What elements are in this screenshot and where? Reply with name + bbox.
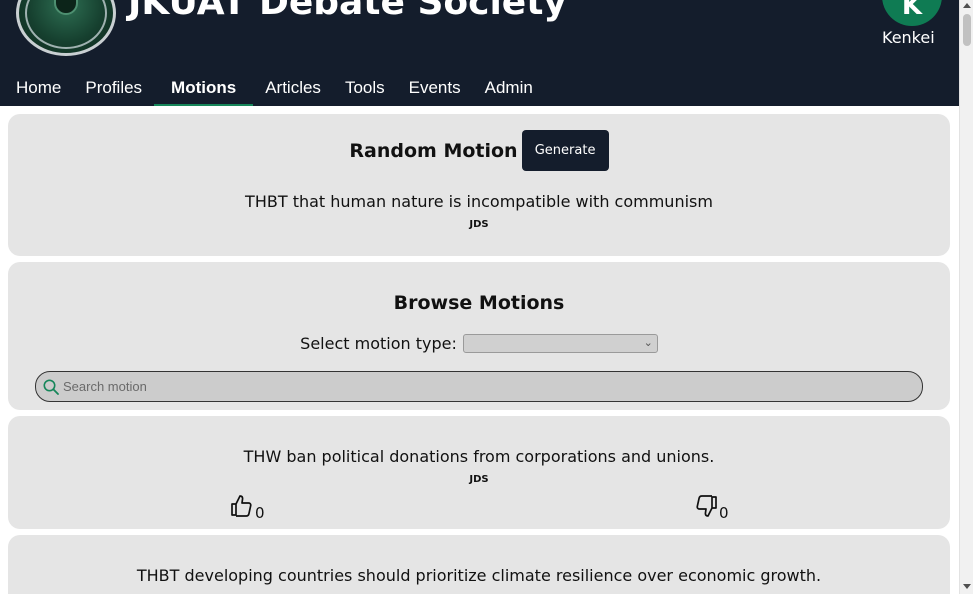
scroll-thumb[interactable] (963, 14, 971, 46)
site-header: J Y JKUAT Debate Society K Kenkei Home P… (0, 0, 959, 106)
motion-type-row: Select motion type: ⌄ (8, 334, 950, 353)
motion-card: THW ban political donations from corpora… (8, 416, 950, 529)
nav-motions[interactable]: Motions (154, 76, 254, 106)
user-avatar[interactable]: K (882, 0, 942, 26)
nav-profiles[interactable]: Profiles (73, 76, 154, 106)
search-bar[interactable] (35, 371, 923, 402)
user-initial: K (901, 0, 923, 21)
browse-motions-title: Browse Motions (393, 292, 565, 314)
dislike-count: 0 (719, 504, 729, 522)
thumbs-up-icon (231, 495, 252, 517)
random-motion-card: Random Motion Generate THBT that human n… (8, 114, 950, 256)
nav-tools[interactable]: Tools (333, 76, 397, 106)
scroll-up-arrow-icon[interactable] (963, 3, 971, 8)
nav-home[interactable]: Home (0, 76, 73, 106)
motion-text: THW ban political donations from corpora… (243, 447, 715, 466)
like-button[interactable]: 0 (230, 494, 265, 522)
motion-type-select[interactable]: ⌄ (462, 334, 658, 353)
scroll-down-arrow-icon[interactable] (963, 584, 971, 589)
search-icon (43, 379, 59, 395)
nav-events[interactable]: Events (397, 76, 473, 106)
generate-button[interactable]: Generate (521, 130, 609, 171)
like-count: 0 (255, 504, 265, 522)
motion-text: THBT developing countries should priorit… (136, 566, 822, 585)
random-motion-text: THBT that human nature is incompatible w… (245, 192, 713, 211)
site-title: JKUAT Debate Society (128, 0, 567, 23)
motion-source: JDS (469, 474, 489, 485)
nav-articles[interactable]: Articles (253, 76, 333, 106)
chevron-down-icon: ⌄ (643, 336, 653, 349)
thumbs-down-icon (696, 495, 717, 517)
random-motion-source: JDS (469, 219, 489, 230)
motion-card: THBT developing countries should priorit… (8, 535, 950, 594)
society-logo[interactable]: J Y (16, 0, 116, 56)
browse-motions-card: Browse Motions Select motion type: ⌄ (8, 262, 950, 410)
page-scrollbar[interactable] (959, 0, 973, 594)
main-nav: Home Profiles Motions Articles Tools Eve… (0, 76, 545, 106)
dislike-button[interactable]: 0 (694, 494, 729, 522)
motion-type-label: Select motion type: (300, 334, 457, 353)
nav-admin[interactable]: Admin (473, 76, 545, 106)
random-motion-header: Random Motion Generate (8, 130, 950, 171)
search-input[interactable] (63, 372, 913, 401)
random-motion-title: Random Motion (349, 139, 518, 162)
user-name[interactable]: Kenkei (882, 28, 935, 47)
